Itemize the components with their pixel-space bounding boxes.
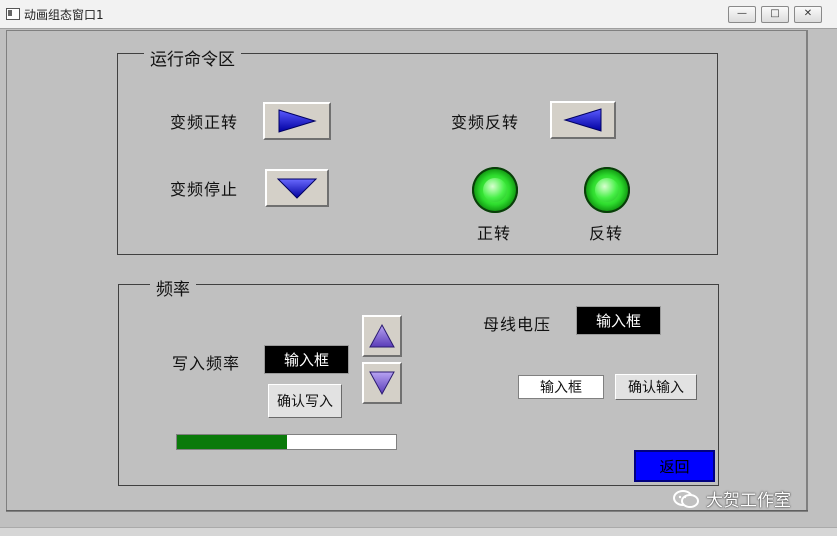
stop-button[interactable] [265, 169, 329, 207]
window-title: 动画组态窗口1 [24, 8, 104, 22]
bus-voltage-label: 母线电压 [483, 315, 552, 334]
frequency-progress-bar [176, 434, 397, 450]
run-command-group-title: 运行命令区 [144, 45, 241, 70]
right-border [806, 30, 807, 512]
wechat-icon [673, 489, 699, 508]
close-button[interactable]: ✕ [794, 6, 822, 23]
down-triangle-icon [369, 371, 395, 396]
maximize-button[interactable]: □ [761, 6, 789, 23]
right-triangle-icon [278, 109, 317, 133]
value-input[interactable]: 输入框 [518, 375, 604, 399]
confirm-input-button[interactable]: 确认输入 [615, 374, 697, 400]
title-bar: 动画组态窗口1 — □ ✕ [0, 0, 837, 29]
frequency-down-button[interactable] [362, 362, 402, 404]
minimize-button[interactable]: — [728, 6, 756, 23]
return-button[interactable]: 返回 [634, 450, 715, 482]
reverse-indicator-lamp [584, 167, 630, 213]
watermark: 大贺工作室 [672, 486, 791, 511]
forward-button[interactable] [263, 102, 331, 140]
reverse-button[interactable] [550, 101, 616, 139]
forward-indicator-lamp [472, 167, 518, 213]
write-frequency-label: 写入频率 [172, 354, 241, 373]
progress-fill [177, 435, 287, 449]
forward-label: 变频正转 [170, 113, 239, 132]
forward-lamp-label: 正转 [477, 224, 512, 243]
left-triangle-icon [563, 108, 602, 132]
app-icon [6, 8, 20, 20]
stop-label: 变频停止 [170, 180, 239, 199]
bus-voltage-display: 输入框 [576, 306, 661, 335]
frequency-group-title: 频率 [150, 275, 196, 300]
watermark-text: 大贺工作室 [706, 491, 791, 511]
down-triangle-icon [276, 178, 318, 199]
reverse-lamp-label: 反转 [589, 224, 624, 243]
frequency-up-button[interactable] [362, 315, 402, 357]
reverse-label: 变频反转 [451, 113, 520, 132]
confirm-write-button[interactable]: 确认写入 [268, 384, 342, 418]
write-frequency-input[interactable]: 输入框 [264, 345, 349, 374]
run-command-group [117, 53, 718, 255]
up-triangle-icon [369, 323, 395, 348]
